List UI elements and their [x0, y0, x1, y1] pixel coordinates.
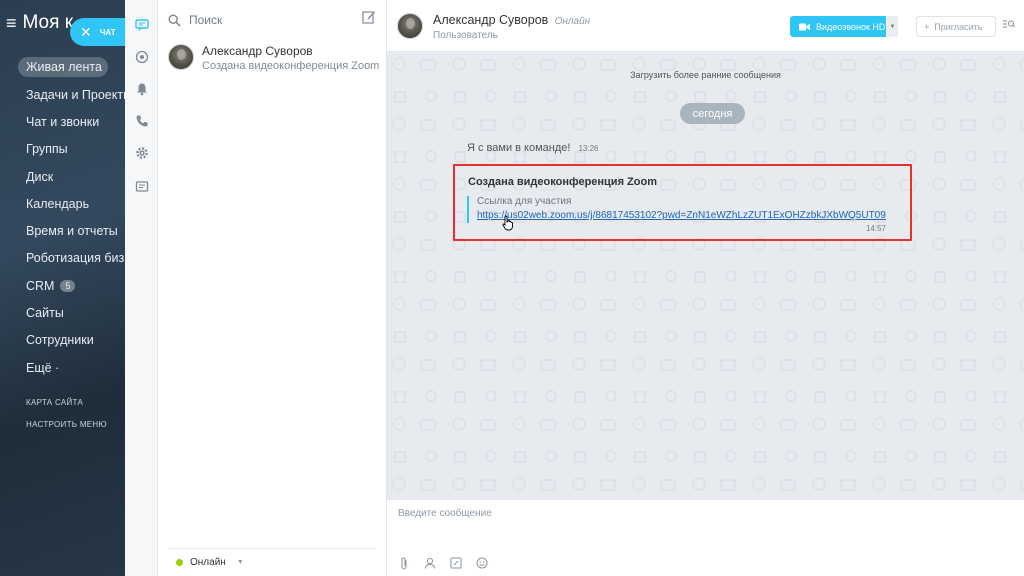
close-icon: ✕	[80, 23, 92, 40]
search-box	[168, 10, 378, 30]
chat-pill-label: ЧАТ	[99, 27, 116, 37]
nav-item-time[interactable]: Время и отчеты	[18, 217, 125, 244]
nav-list: Живая лента Задачи и Проекты Чат и звонк…	[18, 54, 125, 381]
hand-cursor-icon	[502, 215, 513, 231]
search-input[interactable]	[189, 13, 349, 27]
date-divider: сегодня	[680, 103, 745, 124]
video-call-button[interactable]: Видеозвонок HD ▼	[790, 16, 898, 37]
user-icon[interactable]	[423, 556, 437, 570]
recent-chats-panel: Александр Суворов Создана видеоконференц…	[158, 0, 387, 576]
left-navigation: ≡ Моя к Живая лента Задачи и Проекты Чат…	[0, 0, 125, 576]
chats-icon[interactable]	[134, 17, 149, 32]
hamburger-icon[interactable]: ≡	[6, 14, 17, 32]
chevron-down-icon[interactable]: ▼	[886, 16, 898, 37]
system-message-time: 13:26	[578, 144, 599, 153]
sitemap-link[interactable]: КАРТА САЙТА	[26, 398, 83, 407]
chat-search-icon[interactable]	[1003, 19, 1015, 32]
search-icon	[168, 13, 181, 27]
settings-gear-icon[interactable]	[134, 145, 149, 160]
avatar	[168, 44, 194, 70]
chat-user-info[interactable]: Александр Суворов Онлайн Пользователь	[397, 13, 590, 41]
video-camera-icon	[799, 23, 810, 30]
nav-item-crm[interactable]: CRM 5	[18, 272, 125, 299]
edit-icon[interactable]	[449, 556, 463, 570]
status-label: Онлайн	[190, 557, 226, 568]
video-call-label: Видеозвонок HD	[816, 21, 886, 32]
menu-header: ≡ Моя к	[6, 12, 73, 34]
message-quote: Ссылка для участия https://us02web.zoom.…	[467, 196, 886, 223]
zoom-link[interactable]: https://us02web.zoom.us/j/86817453102?pw…	[477, 210, 886, 221]
plus-icon: +	[924, 21, 930, 32]
status-divider	[168, 548, 376, 549]
quote-label: Ссылка для участия	[477, 196, 572, 207]
nav-item-employees[interactable]: Сотрудники	[18, 327, 125, 354]
chat-header: Александр Суворов Онлайн Пользователь Ви…	[387, 0, 1024, 52]
nav-item-tasks[interactable]: Задачи и Проекты	[18, 81, 125, 108]
input-toolbar	[397, 556, 489, 570]
message-title: Создана видеоконференция Zoom	[468, 176, 657, 188]
nav-item-feed[interactable]: Живая лента	[18, 57, 108, 77]
new-chat-icon[interactable]	[362, 10, 376, 24]
chat-user-name: Александр Суворов	[433, 13, 549, 27]
portal-title[interactable]: Моя к	[23, 12, 74, 34]
phone-icon[interactable]	[134, 113, 149, 128]
nav-item-calendar[interactable]: Календарь	[18, 190, 125, 217]
message-input[interactable]: Введите сообщение	[398, 508, 492, 519]
messenger-icon-column	[125, 0, 158, 576]
recent-chat-name: Александр Суворов	[202, 44, 313, 58]
nav-item-chat[interactable]: Чат и звонки	[18, 108, 125, 135]
notifications-icon[interactable]	[134, 81, 149, 96]
crm-count-badge: 5	[60, 279, 76, 292]
open-channels-icon[interactable]	[134, 49, 149, 64]
chat-user-role: Пользователь	[433, 30, 498, 41]
recent-chat-preview: Создана видеоконференция Zoom	[202, 60, 380, 72]
chat-user-text: Александр Суворов Онлайн Пользователь	[433, 13, 590, 41]
nav-item-automation[interactable]: Роботизация бизн	[18, 245, 125, 272]
nav-item-more[interactable]: Ещё ·	[18, 354, 125, 381]
online-dot-icon	[176, 559, 183, 566]
nav-item-groups[interactable]: Группы	[18, 136, 125, 163]
system-message-text: Я с вами в команде!	[467, 142, 571, 154]
nav-item-disk[interactable]: Диск	[18, 163, 125, 190]
status-selector[interactable]: Онлайн ▼	[176, 557, 244, 568]
message-time: 14:57	[865, 224, 886, 233]
attach-icon[interactable]	[397, 556, 411, 570]
chevron-down-icon: ▼	[236, 559, 244, 566]
marketplace-icon[interactable]	[134, 179, 149, 194]
configure-menu-link[interactable]: НАСТРОИТЬ МЕНЮ	[26, 420, 107, 429]
chat-user-presence: Онлайн	[554, 16, 591, 27]
avatar	[397, 13, 423, 39]
recent-chat-item[interactable]: Александр Суворов Создана видеоконференц…	[168, 44, 383, 74]
nav-item-sites[interactable]: Сайты	[18, 299, 125, 326]
message-area: Загрузить более ранние сообщения сегодня…	[387, 52, 1024, 499]
system-message: Я с вами в команде! 13:26	[467, 142, 599, 154]
invite-button[interactable]: + Пригласить	[916, 16, 996, 37]
smile-icon[interactable]	[475, 556, 489, 570]
nav-item-crm-label: CRM	[26, 278, 55, 293]
message-input-area: Введите сообщение	[387, 499, 1024, 576]
recent-chat-text: Александр Суворов Создана видеоконференц…	[202, 44, 379, 74]
close-chat-button[interactable]: ✕ ЧАТ	[70, 18, 126, 46]
invite-label: Пригласить	[934, 21, 983, 32]
load-earlier-messages[interactable]: Загрузить более ранние сообщения	[387, 70, 1024, 80]
chat-window: Александр Суворов Онлайн Пользователь Ви…	[387, 0, 1024, 576]
zoom-conference-message: Создана видеоконференция Zoom Ссылка для…	[453, 164, 912, 241]
